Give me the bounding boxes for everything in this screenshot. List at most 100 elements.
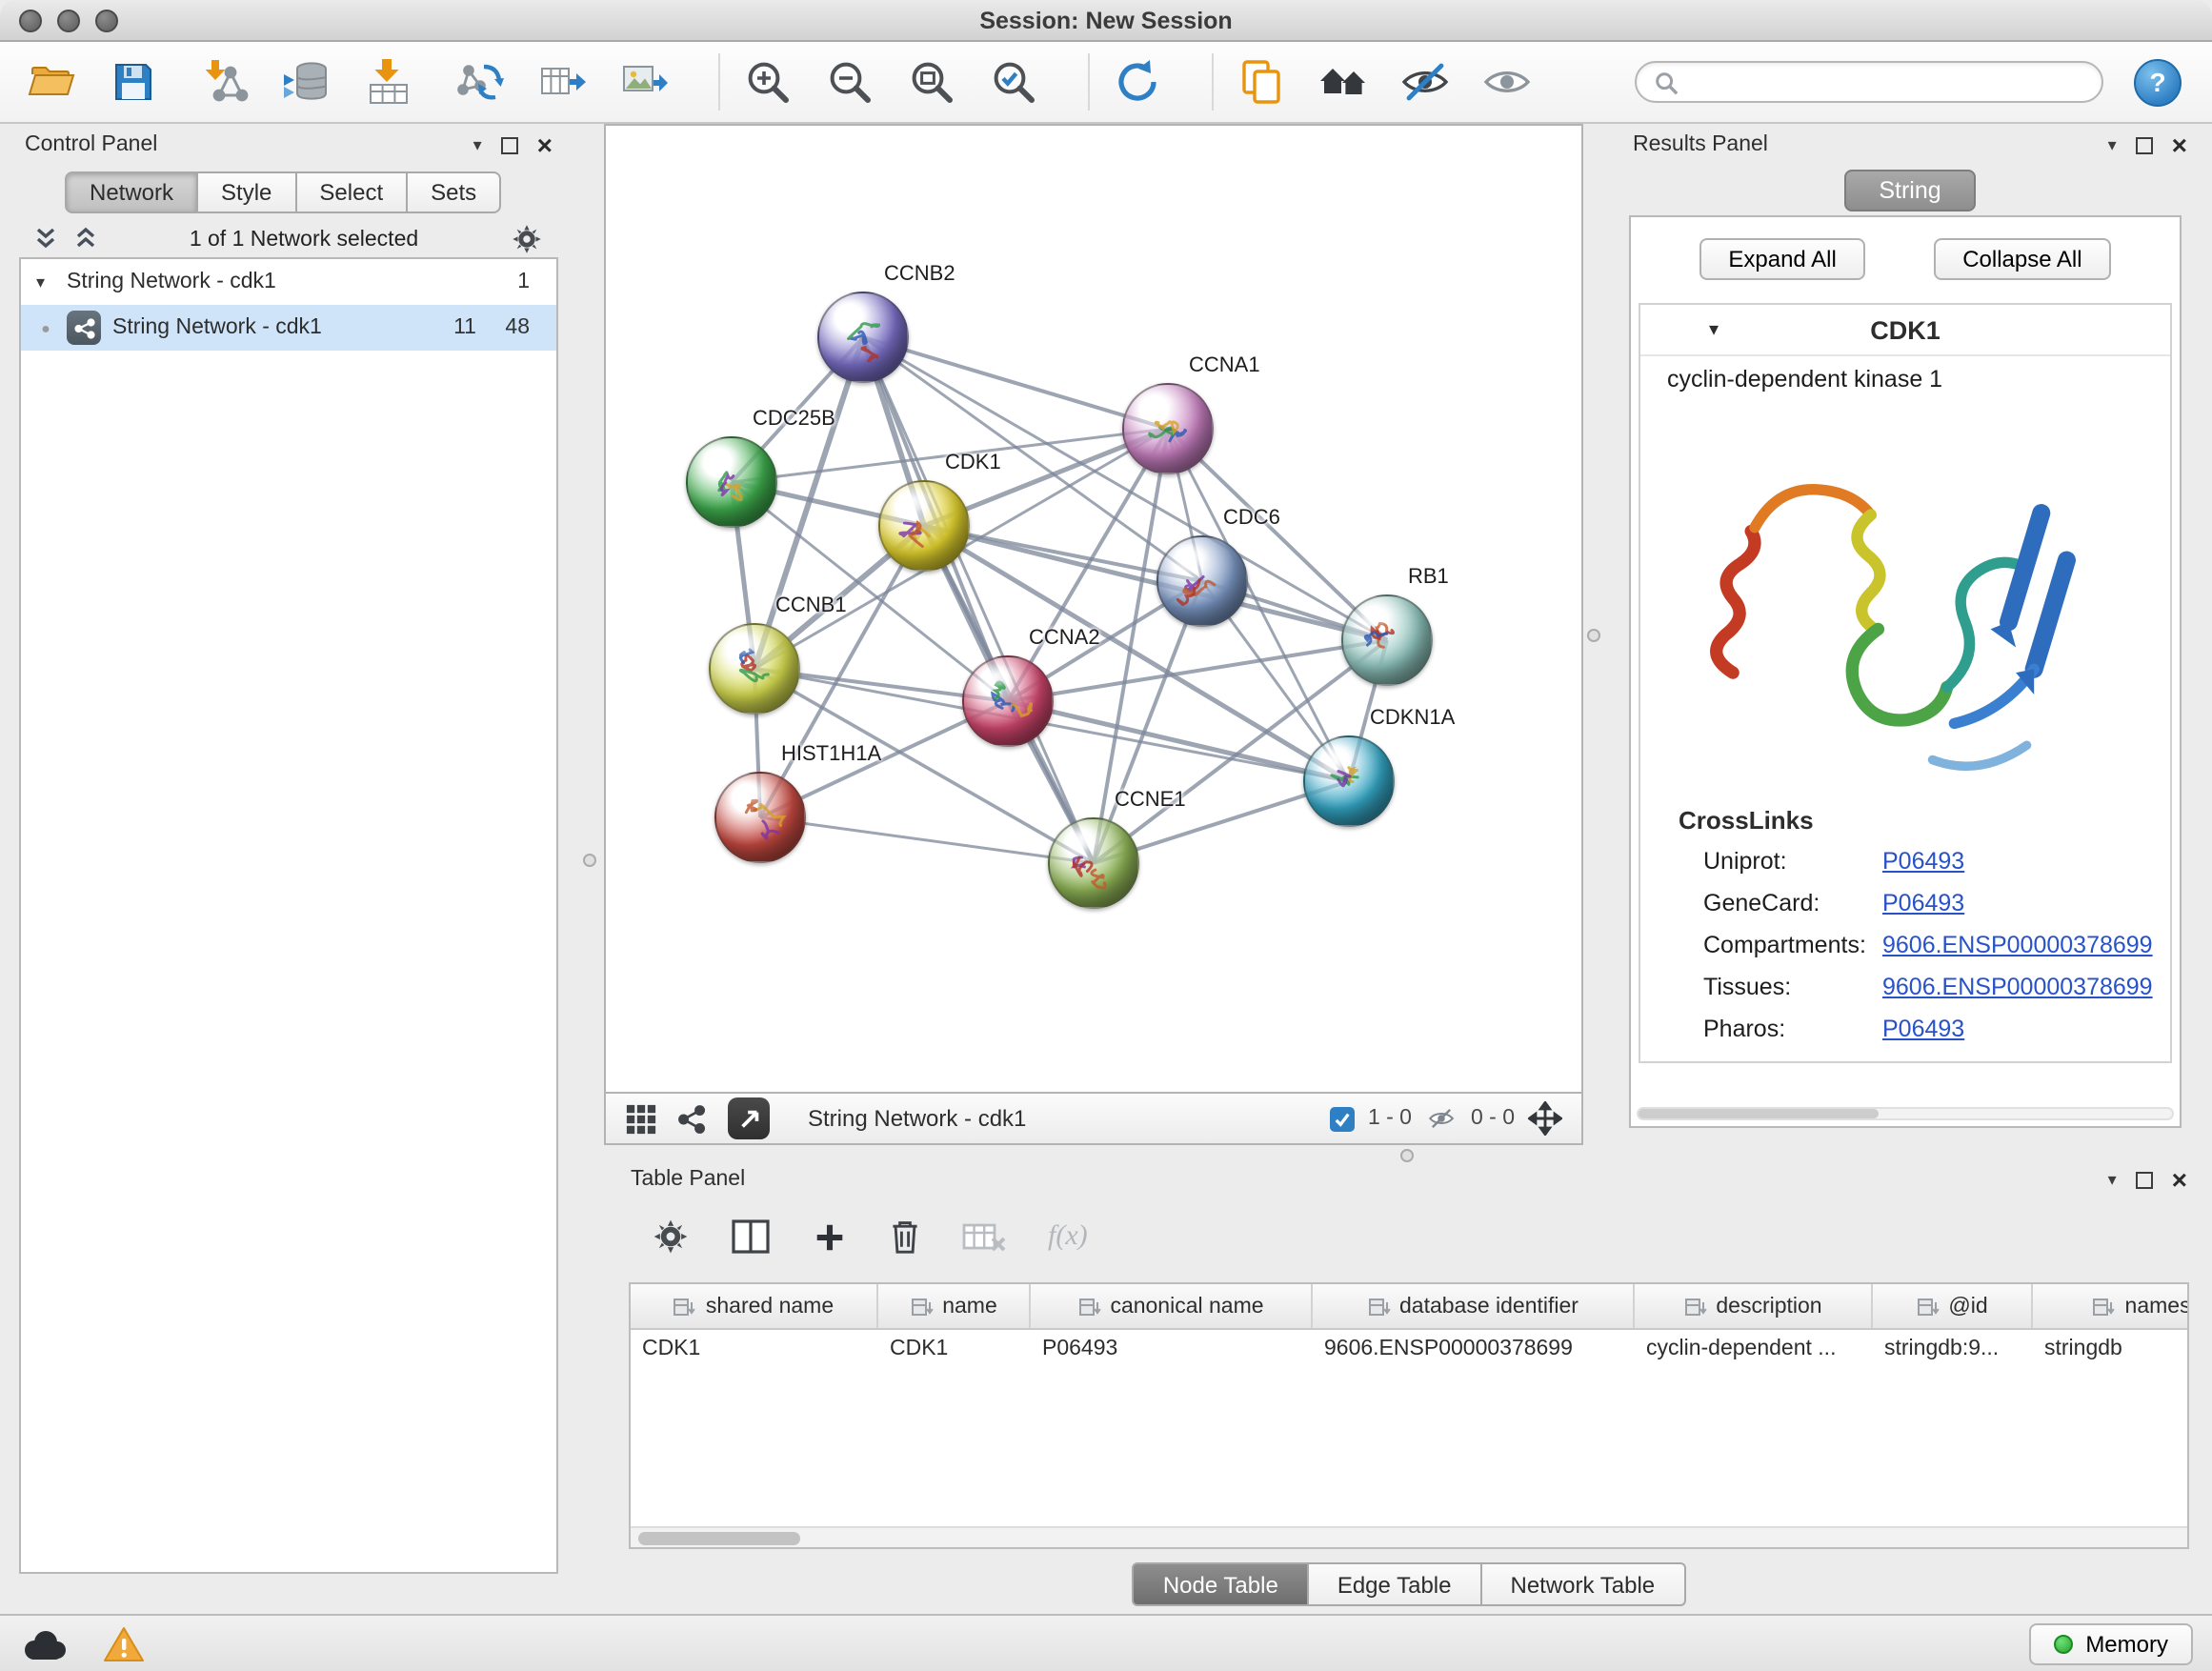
splitter-handle[interactable] — [1400, 1149, 1414, 1162]
help-glyph: ? — [2149, 67, 2165, 97]
network-item-row[interactable]: ● String Network - cdk1 11 48 — [21, 305, 556, 351]
network-node-cdc6[interactable] — [1156, 535, 1248, 627]
crosslink-link[interactable]: P06493 — [1882, 890, 1964, 916]
network-node-cdk1[interactable] — [878, 480, 970, 572]
expand-all-button[interactable]: Expand All — [1699, 238, 1864, 280]
column-header[interactable]: namespace — [2033, 1284, 2189, 1328]
crosslink-link[interactable]: P06493 — [1882, 1016, 1964, 1042]
tab-node-table[interactable]: Node Table — [1133, 1562, 1309, 1606]
share-network-button[interactable] — [676, 1102, 709, 1135]
close-panel-icon[interactable]: × — [2172, 131, 2187, 158]
float-panel-icon[interactable] — [501, 136, 518, 153]
tab-sets[interactable]: Sets — [408, 171, 501, 213]
float-panel-icon[interactable] — [2136, 136, 2153, 153]
search-input[interactable] — [1690, 69, 2084, 95]
annotation-mode-button[interactable] — [728, 1097, 770, 1139]
tree-disclosure-icon[interactable]: ▾ — [36, 272, 55, 292]
tab-network-table[interactable]: Network Table — [1482, 1562, 1686, 1606]
network-node-ccna1[interactable] — [1122, 383, 1214, 474]
show-columns-button[interactable] — [730, 1218, 772, 1256]
show-all-button[interactable] — [1475, 50, 1539, 114]
network-node-rb1[interactable] — [1341, 594, 1433, 686]
tab-edge-table[interactable]: Edge Table — [1309, 1562, 1482, 1606]
network-node-ccnb2[interactable] — [817, 292, 909, 383]
node-table[interactable]: shared name name canonical name database… — [629, 1282, 2189, 1549]
create-column-button[interactable] — [812, 1218, 848, 1255]
gear-icon[interactable] — [511, 223, 543, 255]
close-panel-icon[interactable]: × — [537, 131, 553, 158]
window-minimize-button[interactable] — [57, 9, 80, 31]
network-node-hist1h1a[interactable] — [714, 772, 806, 863]
tab-network[interactable]: Network — [65, 171, 198, 213]
warnings-button[interactable] — [103, 1624, 145, 1662]
network-collection-row[interactable]: ▾ String Network - cdk1 1 — [21, 259, 556, 305]
column-header[interactable]: canonical name — [1031, 1284, 1313, 1328]
results-horizontal-scrollbar[interactable] — [1637, 1107, 2174, 1120]
open-session-button[interactable] — [19, 50, 84, 114]
collapse-all-icon[interactable] — [74, 227, 97, 252]
delete-column-button[interactable] — [888, 1218, 922, 1256]
splitter-handle[interactable] — [1587, 629, 1600, 642]
cloud-status-button[interactable] — [19, 1626, 69, 1661]
expand-all-icon[interactable] — [34, 227, 57, 252]
table-settings-button[interactable] — [652, 1218, 690, 1256]
float-panel-icon[interactable] — [2136, 1171, 2153, 1188]
hidden-eye-slash-icon — [1425, 1105, 1458, 1132]
column-header[interactable]: description — [1635, 1284, 1873, 1328]
crosslink-link[interactable]: 9606.ENSP00000378699 — [1882, 932, 2153, 958]
import-table-button[interactable] — [356, 50, 421, 114]
function-builder-button[interactable]: f(x) — [1048, 1220, 1088, 1253]
network-node-cdkn1a[interactable] — [1303, 735, 1395, 827]
collapse-all-button[interactable]: Collapse All — [1934, 238, 2110, 280]
network-item-label: String Network - cdk1 — [112, 316, 322, 339]
save-session-button[interactable] — [101, 50, 166, 114]
birdseye-view-button[interactable] — [625, 1102, 657, 1135]
memory-button[interactable]: Memory — [2028, 1622, 2193, 1664]
crosslink-link[interactable]: 9606.ENSP00000378699 — [1882, 974, 2153, 1000]
export-image-button[interactable] — [612, 50, 676, 114]
import-network-database-button[interactable] — [274, 50, 339, 114]
table-horizontal-scrollbar[interactable] — [631, 1526, 2187, 1547]
collapse-panel-icon[interactable]: ▾ — [2108, 1171, 2117, 1188]
hide-selected-button[interactable] — [1393, 50, 1458, 114]
delete-table-button[interactable] — [962, 1218, 1008, 1256]
export-network-button[interactable] — [448, 50, 513, 114]
crosslink-link[interactable]: P06493 — [1882, 848, 1964, 875]
zoom-fit-button[interactable] — [899, 50, 964, 114]
hidden-node-edge-counts: 0 - 0 — [1471, 1107, 1515, 1130]
table-row[interactable]: CDK1 CDK1 P06493 9606.ENSP00000378699 cy… — [631, 1330, 2189, 1372]
selected-checkbox-icon[interactable] — [1330, 1106, 1355, 1131]
zoom-in-button[interactable] — [735, 50, 800, 114]
tab-select[interactable]: Select — [296, 171, 408, 213]
close-panel-icon[interactable]: × — [2172, 1166, 2187, 1193]
network-node-ccna2[interactable] — [962, 655, 1054, 747]
window-close-button[interactable] — [19, 9, 42, 31]
tab-style[interactable]: Style — [198, 171, 296, 213]
section-disclosure-icon[interactable]: ▾ — [1709, 319, 1719, 340]
network-node-label: CDKN1A — [1370, 707, 1455, 730]
network-node-ccnb1[interactable] — [709, 623, 800, 715]
splitter-handle[interactable] — [583, 854, 596, 867]
export-table-button[interactable] — [530, 50, 594, 114]
column-header[interactable]: @id — [1873, 1284, 2033, 1328]
zoom-out-button[interactable] — [817, 50, 882, 114]
network-node-cdc25b[interactable] — [686, 436, 777, 528]
string-results-tab[interactable]: String — [1844, 170, 1975, 211]
refresh-button[interactable] — [1105, 50, 1170, 114]
column-header[interactable]: database identifier — [1313, 1284, 1635, 1328]
sort-icon — [1077, 1295, 1100, 1318]
network-node-ccne1[interactable] — [1048, 817, 1139, 909]
collapse-panel-icon[interactable]: ▾ — [473, 136, 482, 153]
column-header[interactable]: shared name — [631, 1284, 878, 1328]
help-button[interactable]: ? — [2134, 58, 2182, 106]
import-network-file-button[interactable] — [192, 50, 257, 114]
column-header[interactable]: name — [878, 1284, 1031, 1328]
zoom-selected-button[interactable] — [981, 50, 1046, 114]
collapse-panel-icon[interactable]: ▾ — [2108, 136, 2117, 153]
window-zoom-button[interactable] — [95, 9, 118, 31]
network-canvas[interactable]: CCNB2CCNA1CDC25BCDK1CDC6RB1CCNB1CCNA2CDK… — [604, 124, 1583, 1094]
protein-section-header[interactable]: ▾ CDK1 — [1640, 305, 2170, 356]
copy-button[interactable] — [1229, 50, 1294, 114]
pan-move-icon[interactable] — [1528, 1101, 1562, 1136]
home-button[interactable] — [1311, 50, 1376, 114]
